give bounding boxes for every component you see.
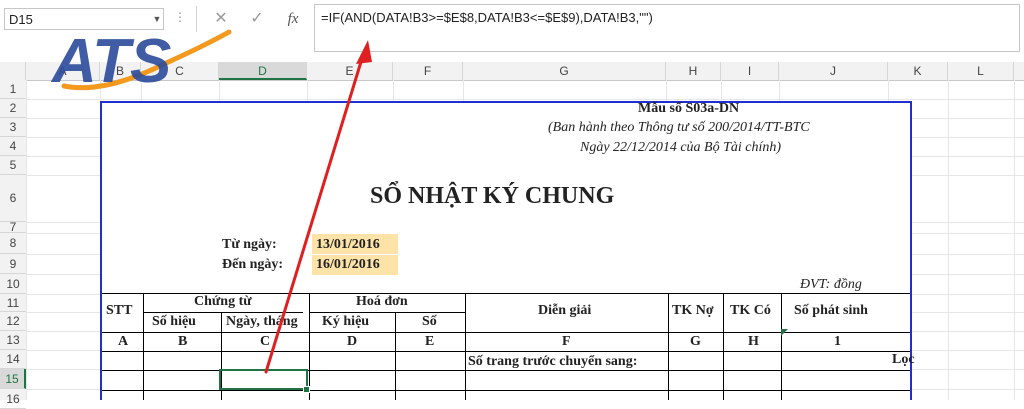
annotation-arrow — [264, 40, 372, 374]
